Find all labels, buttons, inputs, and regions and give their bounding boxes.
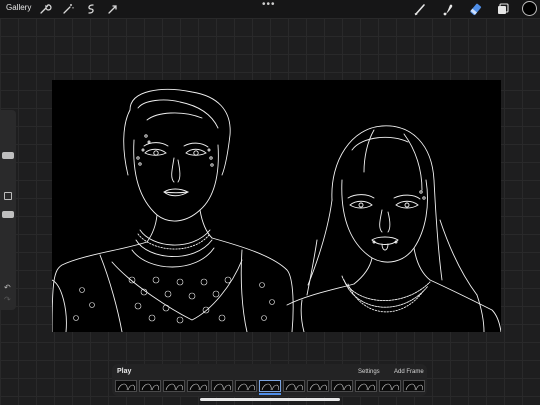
redo-button[interactable]: ↷ <box>4 296 11 304</box>
animation-assist-panel: Play Settings Add Frame <box>112 364 427 396</box>
frame-thumbnail[interactable] <box>187 380 209 392</box>
more-options-icon[interactable]: ••• <box>262 0 276 10</box>
frame-thumbnail[interactable] <box>259 380 281 392</box>
transform-icon[interactable] <box>106 2 120 16</box>
home-indicator[interactable] <box>200 398 340 401</box>
add-frame-button[interactable]: Add Frame <box>394 369 424 375</box>
drawing-canvas[interactable] <box>52 80 501 332</box>
sidebar: ↶ ↷ <box>0 110 16 310</box>
top-toolbar: Gallery ••• <box>0 0 540 18</box>
eraser-icon[interactable] <box>469 2 483 16</box>
gallery-button[interactable]: Gallery <box>6 3 31 12</box>
play-button[interactable]: Play <box>117 368 131 375</box>
selection-icon[interactable] <box>84 2 98 16</box>
frame-thumbnail[interactable] <box>355 380 377 392</box>
frame-thumbnail[interactable] <box>307 380 329 392</box>
frame-thumbnail[interactable] <box>211 380 233 392</box>
active-frame-indicator <box>259 393 281 395</box>
layers-icon[interactable] <box>496 2 510 16</box>
frame-thumbnail[interactable] <box>235 380 257 392</box>
wrench-icon[interactable] <box>38 2 52 16</box>
frame-thumbnail[interactable] <box>283 380 305 392</box>
smudge-icon[interactable] <box>441 2 455 16</box>
frame-thumbnail[interactable] <box>163 380 185 392</box>
modify-button[interactable] <box>4 192 12 200</box>
brush-size-slider[interactable] <box>2 152 14 159</box>
brush-icon[interactable] <box>413 2 427 16</box>
color-picker-button[interactable] <box>522 1 537 16</box>
frame-thumbnail[interactable] <box>139 380 161 392</box>
line-art-drawing <box>52 89 501 332</box>
undo-button[interactable]: ↶ <box>4 284 11 292</box>
frame-thumbnail[interactable] <box>403 380 425 392</box>
settings-button[interactable]: Settings <box>358 369 380 375</box>
frame-thumbnail[interactable] <box>331 380 353 392</box>
frame-thumbnail[interactable] <box>379 380 401 392</box>
magic-wand-icon[interactable] <box>61 2 75 16</box>
frame-thumbnail[interactable] <box>115 380 137 392</box>
opacity-slider[interactable] <box>2 211 14 218</box>
